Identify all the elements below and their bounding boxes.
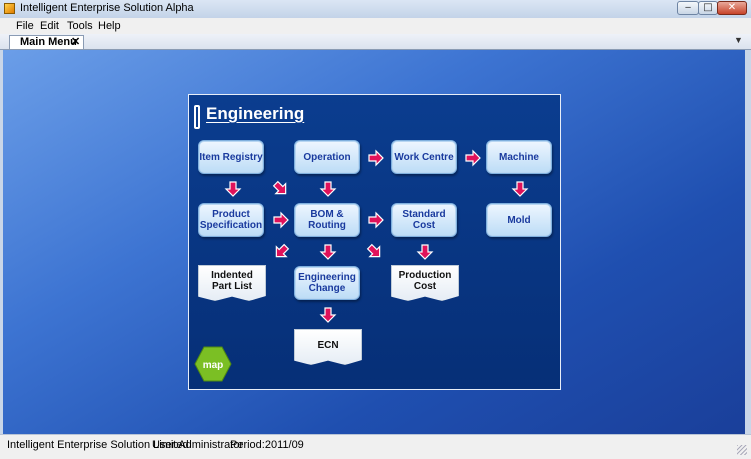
engineering-change-label: Engineering Change [298,272,356,294]
mold-button[interactable]: Mold [486,203,552,237]
resize-grip[interactable] [737,445,747,455]
tab-strip: Main Menu ✕ ▼ [0,34,751,50]
close-window-button[interactable]: ✕ [717,1,747,15]
production-cost-line1: Production [398,270,452,281]
menu-tools[interactable]: Tools [67,20,93,32]
menu-help[interactable]: Help [98,20,121,32]
mold-label: Mold [507,214,531,226]
machine-button[interactable]: Machine [486,140,552,174]
item-registry-button[interactable]: Item Registry [198,140,264,174]
tab-label: Main Menu [20,36,77,48]
machine-label: Machine [498,151,539,163]
title-bar: Intelligent Enterprise Solution Alpha ‒ … [0,0,751,19]
tab-main-menu[interactable]: Main Menu ✕ [9,35,84,49]
indented-part-list-button[interactable]: Indented Part List [198,265,266,301]
standard-cost-button[interactable]: Standard Cost [391,203,457,237]
product-specification-button[interactable]: Product Specification [198,203,264,237]
status-period: Period:2011/09 [230,439,304,451]
indented-part-list-line1: Indented [211,270,253,281]
engineering-change-button[interactable]: Engineering Change [294,266,360,300]
minimize-button[interactable]: ‒ [677,1,699,15]
bom-routing-line1: BOM & [310,209,344,220]
map-label: map [203,360,224,371]
engineering-change-line2: Change [308,283,346,294]
bom-routing-button[interactable]: BOM & Routing [294,203,360,237]
ecn-button[interactable]: ECN [294,329,362,365]
standard-cost-label: Standard Cost [402,209,445,231]
panel-title: Engineering [206,104,305,123]
standard-cost-line1: Standard [402,209,446,220]
work-centre-label: Work Centre [394,151,454,163]
tab-list-dropdown-icon[interactable]: ▼ [734,35,743,45]
menu-file[interactable]: File [16,20,34,32]
item-registry-label: Item Registry [199,151,263,163]
product-specification-label: Product Specification [200,209,262,231]
work-centre-button[interactable]: Work Centre [391,140,457,174]
production-cost-line2: Cost [413,281,437,292]
menu-edit[interactable]: Edit [40,20,59,32]
product-specification-line2: Specification [199,220,263,231]
panel-marker-icon [194,105,200,129]
app-icon [4,3,15,14]
indented-part-list-line2: Part List [211,281,252,292]
bom-routing-line2: Routing [308,220,346,231]
product-specification-line1: Product [212,209,250,220]
tab-close-icon[interactable]: ✕ [71,35,80,48]
status-bar: Intelligent Enterprise Solution Limited … [0,434,751,459]
engineering-panel: Engineering [188,94,561,390]
window-title: Intelligent Enterprise Solution Alpha [20,2,194,14]
production-cost-button[interactable]: Production Cost [391,265,459,301]
production-cost-label: Production Cost [399,270,452,292]
bom-routing-label: BOM & Routing [308,209,346,231]
engineering-change-line1: Engineering [298,272,356,283]
ecn-label: ECN [317,340,339,351]
operation-button[interactable]: Operation [294,140,360,174]
standard-cost-line2: Cost [412,220,436,231]
maximize-button[interactable]: □ [698,1,718,15]
menu-bar: File Edit Tools Help [0,18,751,34]
map-button[interactable]: map [194,346,232,382]
indented-part-list-label: Indented Part List [211,270,253,292]
operation-label: Operation [303,151,351,163]
